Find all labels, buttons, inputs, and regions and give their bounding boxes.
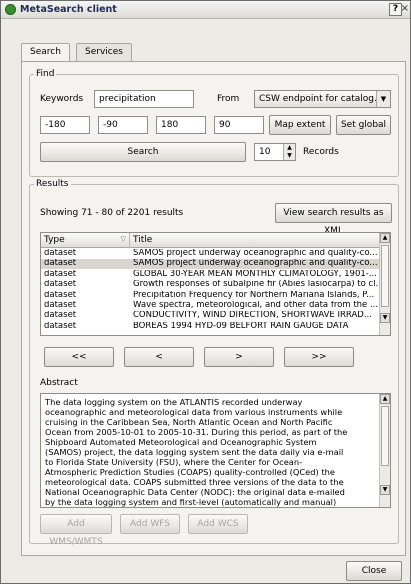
row-type-cell: dataset <box>44 290 77 300</box>
row-type-cell: dataset <box>44 280 77 290</box>
column-header-title[interactable]: Title <box>130 233 381 248</box>
row-type-cell: dataset <box>44 301 77 310</box>
set-global-button[interactable]: Set global <box>336 115 391 135</box>
window-close-icon[interactable]: × <box>401 3 409 14</box>
scroll-thumb[interactable] <box>381 245 389 307</box>
search-button[interactable]: Search <box>40 142 246 162</box>
table-row[interactable]: dataset CONDUCTIVITY, WIND DIRECTION, SHO… <box>41 311 380 321</box>
table-row[interactable]: dataset Wave spectra, meteorological, and… <box>41 301 380 311</box>
column-header-title-label: Title <box>133 235 153 245</box>
row-title-cell: BOREAS 1994 HYD-09 BELFORT RAIN GAUGE DA… <box>133 321 349 331</box>
results-scrollbar[interactable]: ▲ ▼ <box>379 233 390 335</box>
abstract-scrollbar[interactable]: ▲ ▼ <box>379 394 390 507</box>
results-table-header: Type ▽ Title <box>41 233 390 248</box>
search-tab-panel: Find Keywords From CSW endpoint for cata… <box>21 61 406 556</box>
results-group-label: Results <box>34 179 71 189</box>
first-page-button[interactable]: << <box>44 347 114 367</box>
scroll-down-icon[interactable]: ▼ <box>380 313 390 323</box>
prev-page-button[interactable]: < <box>124 347 194 367</box>
records-spinbox[interactable]: 10 ▲ ▼ <box>254 143 296 161</box>
add-wcs-button[interactable]: Add WCS <box>188 514 248 534</box>
row-type-cell: dataset <box>44 311 77 321</box>
keywords-input[interactable] <box>94 90 194 108</box>
from-catalog-select[interactable]: CSW endpoint for catalog.d ▼ <box>254 90 391 108</box>
bbox-south-input[interactable] <box>98 116 148 134</box>
scroll-down-icon[interactable]: ▼ <box>380 485 390 495</box>
next-page-button[interactable]: > <box>204 347 274 367</box>
chevron-down-icon: ▼ <box>376 91 390 107</box>
window-title: MetaSearch client <box>20 4 117 15</box>
results-count-text: Showing 71 - 80 of 2201 results <box>40 208 184 218</box>
abstract-label: Abstract <box>40 378 78 388</box>
row-title-cell: SAMOS project underway oceanographic and… <box>133 249 378 258</box>
bbox-east-input[interactable] <box>156 116 206 134</box>
records-label: Records <box>303 147 339 157</box>
close-button[interactable]: Close <box>346 561 402 581</box>
add-wfs-button[interactable]: Add WFS <box>120 514 180 534</box>
table-row[interactable]: dataset SAMOS project underway oceanograp… <box>41 259 380 269</box>
row-type-cell: dataset <box>44 269 77 279</box>
column-header-type-label: Type <box>44 235 65 245</box>
table-row[interactable]: dataset Precipitation Frequency for North… <box>41 291 380 301</box>
scroll-thumb[interactable] <box>381 406 389 466</box>
bbox-north-input[interactable] <box>214 116 264 134</box>
tab-services[interactable]: Services <box>76 43 132 62</box>
abstract-text-box[interactable]: The data logging system on the ATLANTIS … <box>40 393 391 508</box>
column-header-type[interactable]: Type ▽ <box>41 233 130 248</box>
table-row[interactable]: dataset GLOBAL 30-YEAR MEAN MONTHLY CLIMA… <box>41 270 380 280</box>
scroll-up-icon[interactable]: ▲ <box>380 233 390 243</box>
row-title-cell: CONDUCTIVITY, WIND DIRECTION, SHORTWAVE … <box>133 311 372 321</box>
row-title-cell: SAMOS project underway oceanographic and… <box>133 259 378 269</box>
records-value: 10 <box>259 147 271 157</box>
add-wms-button[interactable]: Add WMS/WMTS <box>40 514 112 547</box>
view-xml-button[interactable]: View search results as XML <box>275 203 392 236</box>
from-catalog-value: CSW endpoint for catalog.d <box>259 94 383 104</box>
tab-search[interactable]: Search <box>21 43 70 63</box>
table-row[interactable]: dataset Growth responses of subalpine fir… <box>41 280 380 290</box>
table-row[interactable]: dataset SAMOS project underway oceanograp… <box>41 249 380 259</box>
row-title-cell: GLOBAL 30-YEAR MEAN MONTHLY CLIMATOLOGY,… <box>133 269 377 279</box>
keywords-label: Keywords <box>40 94 84 104</box>
last-page-button[interactable]: >> <box>284 347 354 367</box>
from-label: From <box>217 94 240 104</box>
spin-arrows-icon[interactable]: ▲ ▼ <box>283 144 295 160</box>
results-table[interactable]: Type ▽ Title dataset SAMOS project underw… <box>40 232 391 336</box>
sort-indicator-icon: ▽ <box>120 235 126 243</box>
metasearch-window: MetaSearch client ? × Search Services Fi… <box>0 0 411 584</box>
row-type-cell: dataset <box>44 259 77 269</box>
scroll-up-icon[interactable]: ▲ <box>380 394 390 404</box>
table-row[interactable]: dataset BOREAS 1994 HYD-09 BELFORT RAIN G… <box>41 322 380 332</box>
abstract-text: The data logging system on the ATLANTIS … <box>45 397 348 507</box>
row-type-cell: dataset <box>44 249 77 258</box>
row-title-cell: Growth responses of subalpine fir (Abies… <box>133 280 379 290</box>
title-bar: MetaSearch client ? × <box>1 1 410 19</box>
qgis-icon <box>5 4 16 15</box>
bbox-west-input[interactable] <box>40 116 90 134</box>
row-title-cell: Wave spectra, meteorological, and other … <box>133 301 379 310</box>
row-type-cell: dataset <box>44 321 77 331</box>
row-title-cell: Precipitation Frequency for Northern Mar… <box>133 290 375 300</box>
map-extent-button[interactable]: Map extent <box>269 115 331 135</box>
find-group-label: Find <box>34 69 57 79</box>
